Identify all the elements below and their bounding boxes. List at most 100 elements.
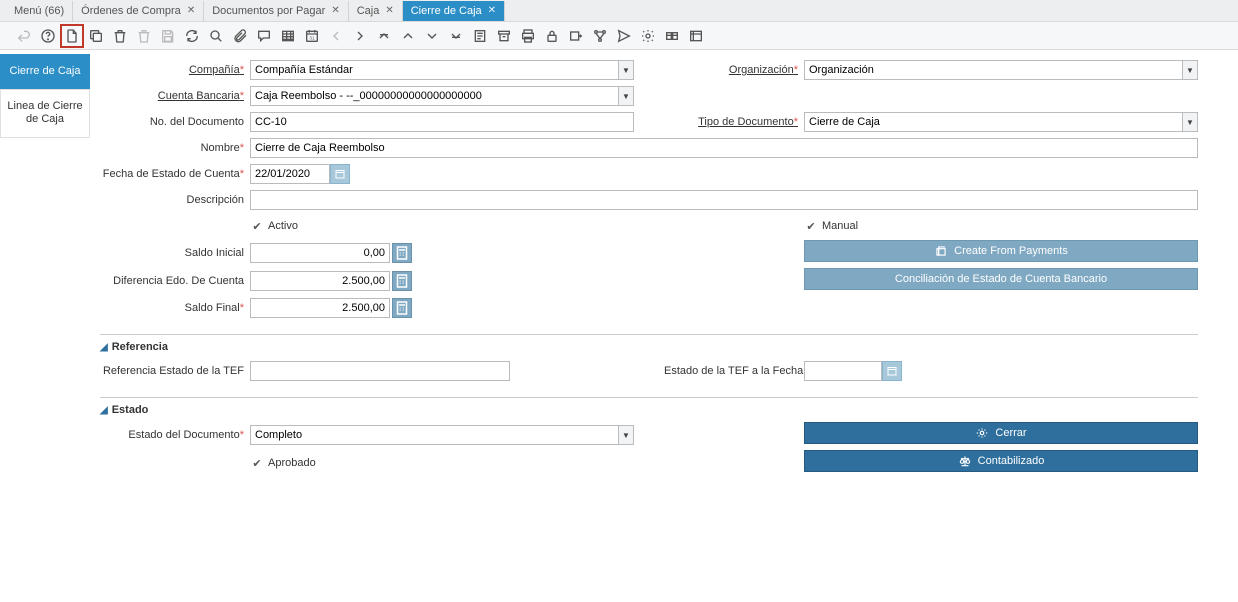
checkbox-manual[interactable]: ✔ Manual: [804, 219, 858, 233]
calendar-icon[interactable]: 31: [300, 24, 324, 48]
tab-menu[interactable]: Menú (66): [6, 1, 73, 21]
delete-icon[interactable]: [108, 24, 132, 48]
sidebar: Cierre de Caja Linea de Cierre de Caja: [0, 50, 90, 498]
lock-icon[interactable]: [540, 24, 564, 48]
label-no-documento: No. del Documento: [100, 116, 250, 128]
chevron-down-icon[interactable]: ▼: [619, 60, 634, 80]
nav-down-icon[interactable]: [420, 24, 444, 48]
prev-page-icon[interactable]: [324, 24, 348, 48]
calendar-picker-icon[interactable]: [882, 361, 902, 381]
field-estado-tef-fecha[interactable]: [804, 361, 882, 381]
parent-record-icon[interactable]: [372, 24, 396, 48]
tab-ordenes-label: Órdenes de Compra: [81, 5, 181, 17]
export-icon[interactable]: [684, 24, 708, 48]
label-ref-tef: Referencia Estado de la TEF: [100, 365, 250, 377]
help-icon[interactable]: [36, 24, 60, 48]
button-cerrar[interactable]: Cerrar: [804, 422, 1198, 444]
button-contabilizado[interactable]: Contabilizado: [804, 450, 1198, 472]
check-icon: ✔: [250, 219, 264, 233]
button-contabilizado-label: Contabilizado: [978, 455, 1045, 467]
button-create-from-payments[interactable]: Create From Payments: [804, 240, 1198, 262]
field-saldo-final[interactable]: [250, 298, 390, 318]
tab-cierre-caja[interactable]: Cierre de Caja ✕: [403, 1, 505, 21]
checkbox-activo[interactable]: ✔ Activo: [250, 219, 298, 233]
close-icon[interactable]: ✕: [385, 5, 393, 16]
checkbox-aprobado[interactable]: ✔ Aprobado: [250, 456, 316, 470]
new-record-icon[interactable]: [60, 24, 84, 48]
field-ref-tef[interactable]: [250, 361, 510, 381]
print-icon[interactable]: [516, 24, 540, 48]
archive-icon[interactable]: [492, 24, 516, 48]
chevron-down-icon[interactable]: ▼: [1183, 112, 1198, 132]
tab-caja-label: Caja: [357, 5, 380, 17]
section-estado-header[interactable]: ◢ Estado: [100, 397, 1198, 416]
field-descripcion[interactable]: [250, 190, 1198, 210]
check-icon: ✔: [250, 456, 264, 470]
field-no-documento[interactable]: [250, 112, 634, 132]
label-saldo-final: Saldo Final*: [100, 302, 250, 314]
field-nombre[interactable]: [250, 138, 1198, 158]
field-cuenta-bancaria[interactable]: [250, 86, 619, 106]
field-estado-documento[interactable]: [250, 425, 619, 445]
close-icon[interactable]: ✕: [488, 5, 496, 16]
collapse-icon: ◢: [100, 342, 108, 353]
field-organizacion[interactable]: [804, 60, 1183, 80]
close-icon[interactable]: ✕: [331, 5, 339, 16]
chevron-down-icon[interactable]: ▼: [619, 425, 634, 445]
tab-documentos-pagar[interactable]: Documentos por Pagar ✕: [204, 1, 349, 21]
checkbox-aprobado-label: Aprobado: [268, 457, 316, 469]
save-icon[interactable]: [156, 24, 180, 48]
sidetab-cierre-caja[interactable]: Cierre de Caja: [0, 54, 90, 89]
next-page-icon[interactable]: [348, 24, 372, 48]
check-icon: ✔: [804, 219, 818, 233]
undo-icon[interactable]: [12, 24, 36, 48]
label-diferencia: Diferencia Edo. De Cuenta: [100, 275, 250, 287]
calculator-icon[interactable]: [392, 243, 412, 263]
main-toolbar: 31: [0, 22, 1238, 50]
close-icon[interactable]: ✕: [187, 5, 195, 16]
chevron-down-icon[interactable]: ▼: [1183, 60, 1198, 80]
tab-cierre-label: Cierre de Caja: [411, 5, 482, 17]
checkbox-activo-label: Activo: [268, 220, 298, 232]
tab-menu-label: Menú (66): [14, 5, 64, 17]
checkbox-manual-label: Manual: [822, 220, 858, 232]
label-saldo-inicial: Saldo Inicial: [100, 247, 250, 259]
calculator-icon[interactable]: [392, 271, 412, 291]
delete-alt-icon[interactable]: [132, 24, 156, 48]
calendar-picker-icon[interactable]: [330, 164, 350, 184]
collapse-icon: ◢: [100, 405, 108, 416]
field-saldo-inicial[interactable]: [250, 243, 390, 263]
svg-text:31: 31: [309, 35, 315, 40]
label-organizacion: Organización*: [664, 64, 804, 76]
sidetab-linea-cierre[interactable]: Linea de Cierre de Caja: [0, 89, 90, 137]
section-estado-label: Estado: [112, 404, 149, 416]
chat-icon[interactable]: [252, 24, 276, 48]
product-info-icon[interactable]: [660, 24, 684, 48]
attachment-icon[interactable]: [228, 24, 252, 48]
workflow-icon[interactable]: [588, 24, 612, 48]
copy-record-icon[interactable]: [84, 24, 108, 48]
field-fecha-estado[interactable]: [250, 164, 330, 184]
search-icon[interactable]: [204, 24, 228, 48]
zoom-across-icon[interactable]: [564, 24, 588, 48]
section-referencia-header[interactable]: ◢Referencia: [100, 334, 1198, 353]
nav-up-icon[interactable]: [396, 24, 420, 48]
label-estado-documento: Estado del Documento*: [100, 429, 250, 441]
chevron-down-icon[interactable]: ▼: [619, 86, 634, 106]
field-compania[interactable]: [250, 60, 619, 80]
label-cuenta-bancaria: Cuenta Bancaria*: [100, 90, 250, 102]
label-compania: Compañía*: [100, 64, 250, 76]
tab-ordenes-compra[interactable]: Órdenes de Compra ✕: [73, 1, 204, 21]
gear-icon[interactable]: [636, 24, 660, 48]
report-icon[interactable]: [468, 24, 492, 48]
tab-documentos-label: Documentos por Pagar: [212, 5, 325, 17]
button-conciliacion[interactable]: Conciliación de Estado de Cuenta Bancari…: [804, 268, 1198, 290]
tab-caja[interactable]: Caja ✕: [349, 1, 403, 21]
detail-record-icon[interactable]: [444, 24, 468, 48]
field-tipo-documento[interactable]: [804, 112, 1183, 132]
refresh-icon[interactable]: [180, 24, 204, 48]
field-diferencia[interactable]: [250, 271, 390, 291]
grid-toggle-icon[interactable]: [276, 24, 300, 48]
calculator-icon[interactable]: [392, 298, 412, 318]
request-icon[interactable]: [612, 24, 636, 48]
